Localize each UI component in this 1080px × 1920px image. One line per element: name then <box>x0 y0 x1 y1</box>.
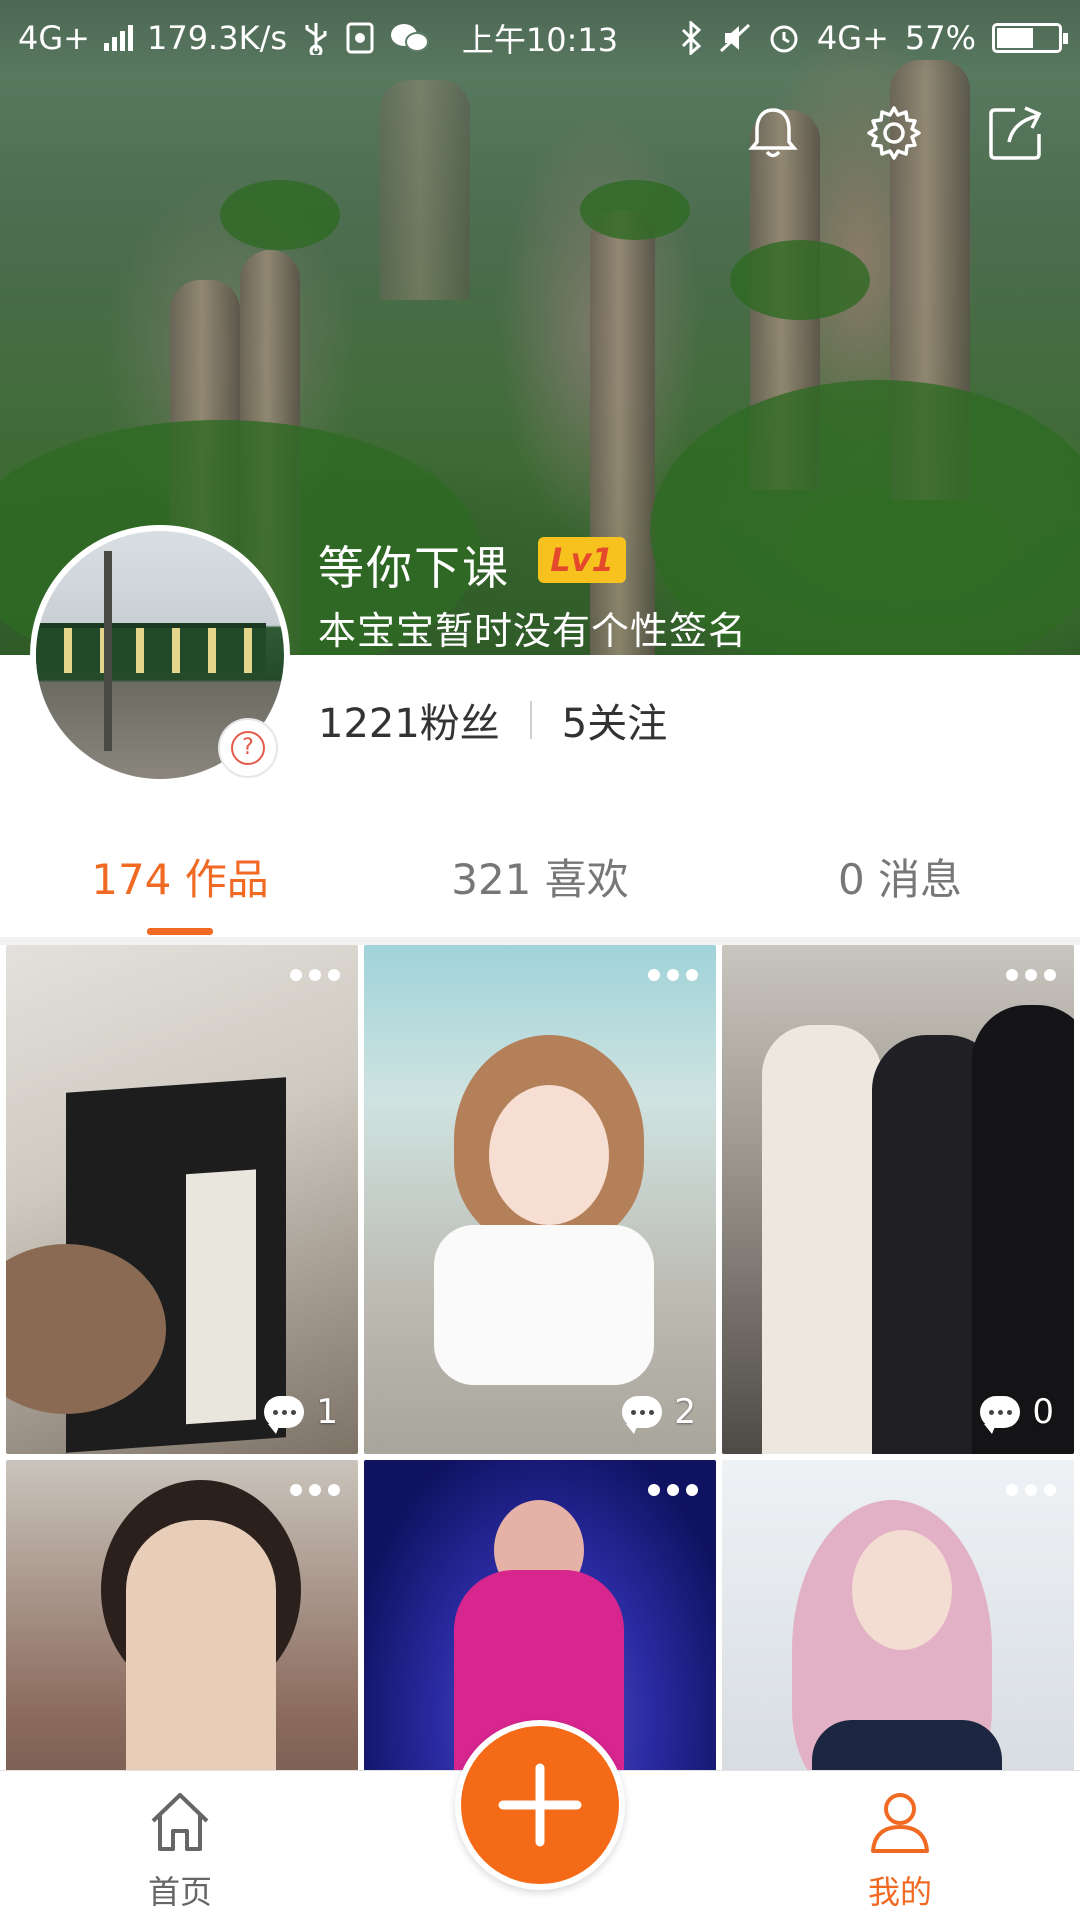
comment-count: 2 <box>622 1392 696 1434</box>
person-icon <box>871 1793 929 1853</box>
more-icon[interactable] <box>1006 969 1056 983</box>
network-speed: 179.3K/s <box>146 19 288 57</box>
profile-tabs: 174 作品 321 喜欢 0 消息 <box>0 835 1080 935</box>
level-badge: Lv1 <box>538 537 626 583</box>
cover-tree <box>220 180 340 250</box>
following-count[interactable]: 5关注 <box>562 691 667 749</box>
cover-tree <box>580 180 690 240</box>
plus-icon <box>498 1763 582 1847</box>
profile-name: 等你下课 <box>318 541 510 595</box>
battery-icon <box>992 23 1068 53</box>
thumb-content <box>434 1225 654 1385</box>
home-icon <box>151 1793 209 1851</box>
avatar-pole <box>104 551 112 751</box>
gear-icon[interactable] <box>863 102 925 164</box>
comment-icon <box>264 1396 305 1434</box>
tab-works[interactable]: 174 作品 <box>0 835 360 935</box>
work-thumbnail[interactable]: 1 <box>6 945 358 1454</box>
cover-tree <box>730 240 870 320</box>
nav-me-label: 我的 <box>867 1873 932 1911</box>
usb-icon <box>305 23 327 55</box>
work-thumbnail[interactable]: 0 <box>722 945 1074 1454</box>
thumb-content <box>972 1005 1074 1454</box>
question-icon: ? <box>231 731 265 765</box>
nav-me[interactable]: 我的 <box>820 1787 980 1913</box>
comment-count: 0 <box>980 1392 1054 1434</box>
network-type: 4G+ <box>18 19 90 57</box>
create-button[interactable] <box>455 1720 625 1890</box>
comment-count: 1 <box>264 1392 338 1434</box>
avatar-train <box>36 623 266 673</box>
work-thumbnail[interactable]: 2 <box>364 945 716 1454</box>
cover-rock <box>590 210 655 655</box>
wechat-icon <box>391 24 430 52</box>
battery-percent: 57% <box>904 19 976 57</box>
status-bar: 4G+ 179.3K/s 上午10:13 4G+ 57% <box>0 0 1080 76</box>
bluetooth-icon <box>681 21 702 55</box>
fans-count[interactable]: 1221粉丝 <box>318 691 500 749</box>
signal-icon <box>103 25 133 51</box>
thumb-content <box>762 1025 882 1454</box>
bell-icon[interactable] <box>742 102 804 164</box>
network-type-right: 4G+ <box>816 19 889 57</box>
mute-icon <box>719 23 750 53</box>
nav-home-label: 首页 <box>147 1873 212 1911</box>
tabs-divider <box>0 937 1080 945</box>
profile-stats: 1221粉丝 5关注 <box>318 690 667 750</box>
usb-debug-icon <box>346 22 374 54</box>
nav-home[interactable]: 首页 <box>100 1787 260 1913</box>
thumb-content <box>489 1085 609 1225</box>
more-icon[interactable] <box>290 1484 340 1498</box>
tab-likes[interactable]: 321 喜欢 <box>360 835 720 935</box>
comment-icon <box>622 1396 663 1434</box>
cover-rock <box>380 80 470 300</box>
more-icon[interactable] <box>648 1484 698 1498</box>
alarm-icon <box>770 25 798 53</box>
more-icon[interactable] <box>1006 1484 1056 1498</box>
share-icon[interactable] <box>985 102 1047 164</box>
more-icon[interactable] <box>290 969 340 983</box>
stats-divider <box>529 701 532 739</box>
more-icon[interactable] <box>648 969 698 983</box>
thumb-content <box>852 1530 952 1650</box>
help-badge[interactable]: ? <box>218 718 278 778</box>
comment-count-value: 2 <box>674 1392 696 1432</box>
comment-icon <box>980 1396 1021 1434</box>
profile-bio[interactable]: 本宝宝暂时没有个性签名 <box>318 600 747 655</box>
comment-count-value: 0 <box>1032 1392 1054 1432</box>
comment-count-value: 1 <box>316 1392 338 1432</box>
clock: 上午10:13 <box>461 21 619 59</box>
tab-messages[interactable]: 0 消息 <box>720 835 1080 935</box>
